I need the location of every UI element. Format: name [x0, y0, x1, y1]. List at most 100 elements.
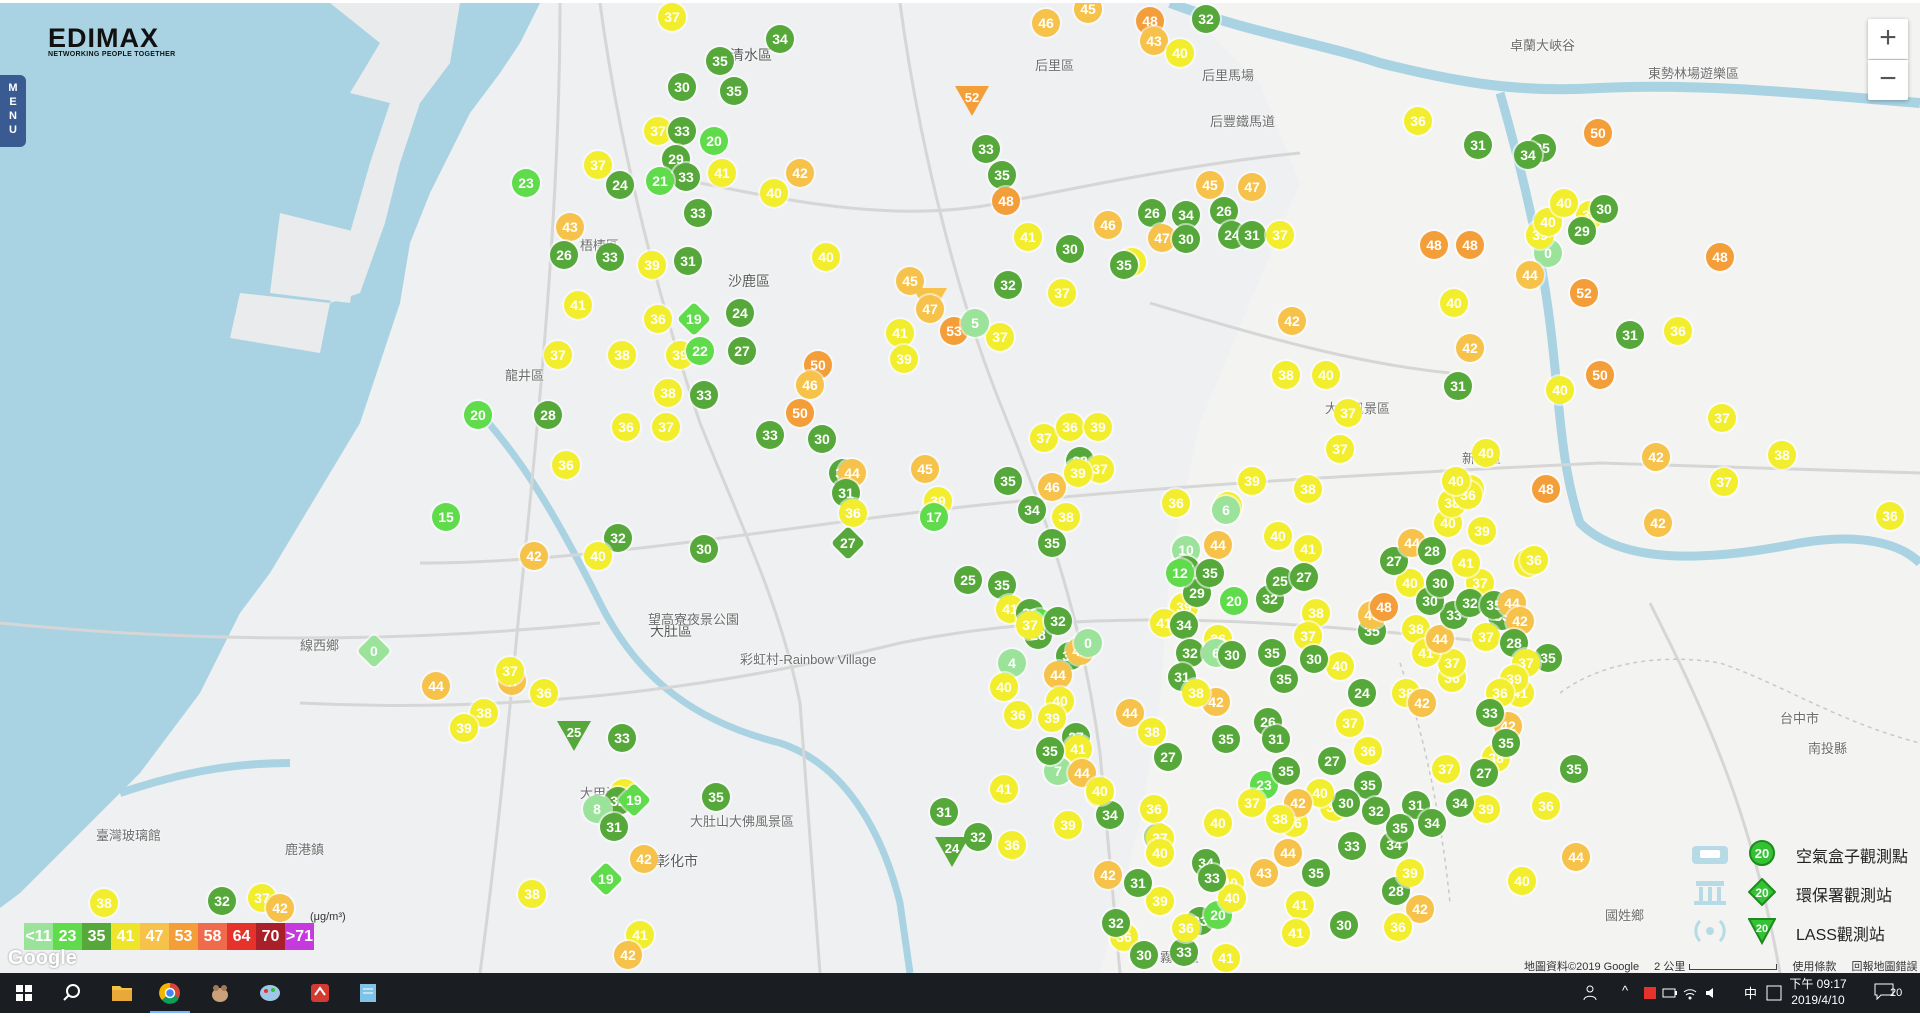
- sensor-marker[interactable]: 37: [986, 323, 1014, 351]
- sensor-marker[interactable]: 34: [1096, 801, 1124, 829]
- sensor-marker[interactable]: 41: [708, 159, 736, 187]
- sensor-marker[interactable]: 34: [1514, 141, 1542, 169]
- sensor-marker[interactable]: 28: [534, 401, 562, 429]
- sensor-marker[interactable]: 41: [990, 775, 1018, 803]
- sensor-marker[interactable]: 39: [1238, 467, 1266, 495]
- sensor-marker[interactable]: 40: [990, 673, 1018, 701]
- sensor-marker[interactable]: 45: [911, 455, 939, 483]
- sensor-marker[interactable]: 40: [1312, 361, 1340, 389]
- sensor-marker[interactable]: 31: [930, 798, 958, 826]
- sensor-marker[interactable]: 38: [1052, 503, 1080, 531]
- sensor-marker[interactable]: 38: [518, 880, 546, 908]
- battery-icon[interactable]: [1662, 985, 1678, 1001]
- sensor-marker[interactable]: 43: [1140, 27, 1168, 55]
- taskbar-clock[interactable]: 下午 09:17 2019/4/10: [1782, 976, 1854, 1008]
- sensor-marker[interactable]: 37: [1238, 789, 1266, 817]
- sensor-marker[interactable]: 38: [1272, 361, 1300, 389]
- sensor-marker[interactable]: 30: [808, 425, 836, 453]
- terms-link[interactable]: 使用條款: [1792, 961, 1836, 973]
- sensor-marker[interactable]: 33: [608, 724, 636, 752]
- sensor-marker[interactable]: 40: [1440, 289, 1468, 317]
- sensor-marker[interactable]: 33: [1476, 699, 1504, 727]
- sensor-marker[interactable]: 42: [1408, 689, 1436, 717]
- sensor-marker[interactable]: 47: [916, 295, 944, 323]
- sensor-marker[interactable]: 36: [1140, 795, 1168, 823]
- sensor-marker[interactable]: 32: [208, 887, 236, 915]
- sensor-marker[interactable]: 36: [612, 413, 640, 441]
- sensor-marker[interactable]: 30: [1056, 235, 1084, 263]
- sensor-marker[interactable]: 43: [556, 213, 584, 241]
- sensor-marker[interactable]: 42: [520, 542, 548, 570]
- menu-tab[interactable]: MENU: [0, 75, 26, 147]
- sensor-marker[interactable]: 50: [1584, 119, 1612, 147]
- sensor-marker[interactable]: 36: [530, 679, 558, 707]
- sensor-marker[interactable]: 42: [1456, 334, 1484, 362]
- sensor-marker[interactable]: 40: [1326, 652, 1354, 680]
- sensor-marker[interactable]: 48: [1456, 231, 1484, 259]
- sensor-marker[interactable]: 17: [920, 503, 948, 531]
- sensor-marker[interactable]: 24: [606, 171, 634, 199]
- sensor-marker[interactable]: 35: [988, 161, 1016, 189]
- sensor-marker[interactable]: 35: [1270, 665, 1298, 693]
- sensor-marker[interactable]: 35: [1036, 737, 1064, 765]
- sensor-marker[interactable]: 34: [1446, 789, 1474, 817]
- sensor-marker[interactable]: 42: [786, 159, 814, 187]
- sensor-marker[interactable]: 31: [1444, 372, 1472, 400]
- sensor-marker[interactable]: 38: [1266, 805, 1294, 833]
- sensor-marker[interactable]: 40: [760, 179, 788, 207]
- sensor-marker[interactable]: 30: [1218, 641, 1246, 669]
- sensor-marker[interactable]: 37: [652, 413, 680, 441]
- sensor-marker[interactable]: 33: [668, 117, 696, 145]
- sensor-marker[interactable]: 34: [1018, 496, 1046, 524]
- sensor-marker[interactable]: 30: [1332, 789, 1360, 817]
- edimax-logo[interactable]: EDIMAX NETWORKING PEOPLE TOGETHER: [48, 23, 175, 58]
- sensor-marker[interactable]: 24: [1348, 679, 1376, 707]
- sensor-marker[interactable]: 40: [1264, 522, 1292, 550]
- ime-indicator[interactable]: 中: [1744, 983, 1757, 1002]
- sensor-marker[interactable]: 37: [1016, 611, 1044, 639]
- sensor-marker[interactable]: 20: [1220, 587, 1248, 615]
- sensor-marker[interactable]: 39: [1396, 859, 1424, 887]
- sensor-marker[interactable]: 45: [1196, 171, 1224, 199]
- sensor-marker[interactable]: 0: [1074, 629, 1102, 657]
- sensor-marker[interactable]: 26: [1138, 199, 1166, 227]
- sensor-marker[interactable]: 48: [1532, 475, 1560, 503]
- sensor-marker[interactable]: 33: [1338, 832, 1366, 860]
- sensor-marker[interactable]: 37: [1334, 399, 1362, 427]
- sensor-marker[interactable]: 48: [1420, 231, 1448, 259]
- sensor-marker[interactable]: 46: [796, 371, 824, 399]
- sensor-marker[interactable]: 28: [1418, 537, 1446, 565]
- sensor-marker[interactable]: 31: [674, 247, 702, 275]
- app-button-red[interactable]: [296, 973, 344, 1013]
- sensor-marker[interactable]: 33: [690, 381, 718, 409]
- sensor-marker[interactable]: 47: [1238, 173, 1266, 201]
- sensor-marker[interactable]: 38: [1768, 441, 1796, 469]
- sensor-marker[interactable]: 43: [1250, 859, 1278, 887]
- sensor-marker[interactable]: 31: [1238, 221, 1266, 249]
- sensor-marker[interactable]: 42: [1642, 443, 1670, 471]
- sensor-marker[interactable]: 35: [1302, 859, 1330, 887]
- zoom-out-button[interactable]: −: [1868, 60, 1908, 100]
- sensor-marker[interactable]: 34: [766, 25, 794, 53]
- sensor-marker[interactable]: 40: [1550, 189, 1578, 217]
- sensor-marker[interactable]: 39: [890, 345, 918, 373]
- sensor-marker[interactable]: 39: [1146, 887, 1174, 915]
- sensor-marker[interactable]: 36: [1384, 913, 1412, 941]
- volume-icon[interactable]: [1704, 985, 1720, 1001]
- sensor-marker[interactable]: 24: [935, 837, 969, 867]
- sensor-marker[interactable]: 44: [1516, 261, 1544, 289]
- people-icon[interactable]: [1582, 983, 1602, 1003]
- sensor-marker[interactable]: 31: [600, 813, 628, 841]
- security-tray-icon[interactable]: [1642, 985, 1658, 1001]
- sensor-marker[interactable]: 35: [1492, 729, 1520, 757]
- sensor-marker[interactable]: 32: [994, 271, 1022, 299]
- sensor-marker[interactable]: 40: [584, 542, 612, 570]
- app-button-animal[interactable]: [196, 973, 244, 1013]
- sensor-marker[interactable]: 38: [654, 379, 682, 407]
- sensor-marker[interactable]: 35: [1110, 251, 1138, 279]
- sensor-marker[interactable]: 39: [450, 714, 478, 742]
- sensor-marker[interactable]: 26: [550, 241, 578, 269]
- sensor-marker[interactable]: 40: [1146, 839, 1174, 867]
- zoom-in-button[interactable]: +: [1868, 19, 1908, 59]
- sensor-marker[interactable]: 36: [839, 499, 867, 527]
